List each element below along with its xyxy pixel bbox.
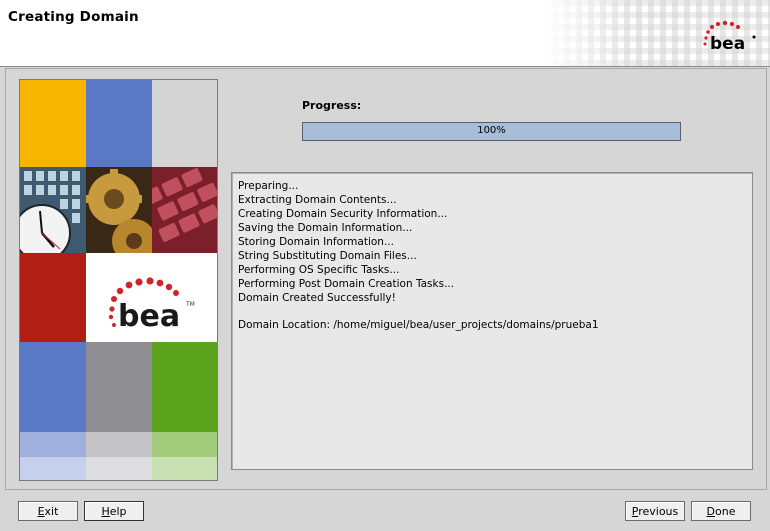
mosaic-tile-red — [20, 253, 86, 342]
gears-photo — [86, 167, 152, 253]
log-line: Performing Post Domain Creation Tasks... — [238, 278, 455, 290]
svg-text:TM: TM — [185, 301, 195, 308]
keyboard-photo — [152, 167, 217, 253]
mosaic-tile-faded-green — [152, 432, 217, 457]
progress-percent: 100% — [477, 125, 506, 136]
brand-mosaic-image: bea TM — [19, 79, 218, 481]
bea-logo-icon: bea — [703, 20, 756, 52]
page-title: Creating Domain — [8, 9, 139, 25]
log-lines: Preparing... Extracting Domain Contents..… — [238, 179, 454, 305]
header-banner: Creating Domain bea — [0, 0, 770, 67]
mosaic-tile-orange — [20, 80, 86, 167]
progress-bar: 100% — [302, 122, 681, 141]
log-line: Creating Domain Security Information... — [238, 208, 448, 220]
clock-building-photo — [20, 167, 86, 253]
log-line: Saving the Domain Information... — [238, 222, 413, 234]
mosaic-tile-green — [152, 342, 217, 432]
wizard-content-panel: bea TM Progress: 100% Preparing... Extrac… — [5, 68, 767, 490]
svg-text:bea: bea — [710, 34, 745, 52]
log-line: Extracting Domain Contents... — [238, 194, 397, 206]
exit-mnemonic: E — [37, 505, 45, 518]
log-output-area[interactable]: Preparing... Extracting Domain Contents..… — [231, 172, 753, 470]
done-label-rest: one — [715, 505, 736, 518]
domain-location-text: Domain Location: /home/miguel/bea/user_p… — [238, 319, 599, 331]
done-mnemonic: D — [706, 505, 715, 518]
log-line: Performing OS Specific Tasks... — [238, 264, 400, 276]
mosaic-tile-pale-blue — [20, 457, 86, 480]
done-button[interactable]: Done — [691, 501, 751, 521]
log-line: Preparing... — [238, 180, 299, 192]
mosaic-tile-pale-gray — [86, 457, 152, 480]
mosaic-tile-pale-green — [152, 457, 217, 480]
bea-logo-large-icon: bea TM — [108, 277, 195, 334]
mosaic-tile-faded-blue — [20, 432, 86, 457]
mosaic-tile-gray — [86, 342, 152, 432]
help-label-rest: elp — [109, 505, 127, 518]
log-line: Storing Domain Information... — [238, 236, 394, 248]
log-line: String Substituting Domain Files... — [238, 250, 417, 262]
help-button[interactable]: Help — [84, 501, 144, 521]
svg-text:bea: bea — [118, 299, 180, 334]
progress-label: Progress: — [302, 99, 362, 112]
mosaic-tile-light-gray — [152, 80, 217, 167]
previous-label-rest: revious — [638, 505, 679, 518]
mosaic-tile-blue-2 — [20, 342, 86, 432]
exit-button[interactable]: Exit — [18, 501, 78, 521]
previous-button[interactable]: Previous — [625, 501, 685, 521]
mosaic-tile-blue — [86, 80, 152, 167]
exit-label-rest: xit — [44, 505, 59, 518]
brand-logo-tile: bea TM — [86, 253, 217, 342]
mosaic-tile-faded-gray — [86, 432, 152, 457]
help-mnemonic: H — [101, 505, 110, 518]
log-line: Domain Created Successfully! — [238, 292, 396, 304]
